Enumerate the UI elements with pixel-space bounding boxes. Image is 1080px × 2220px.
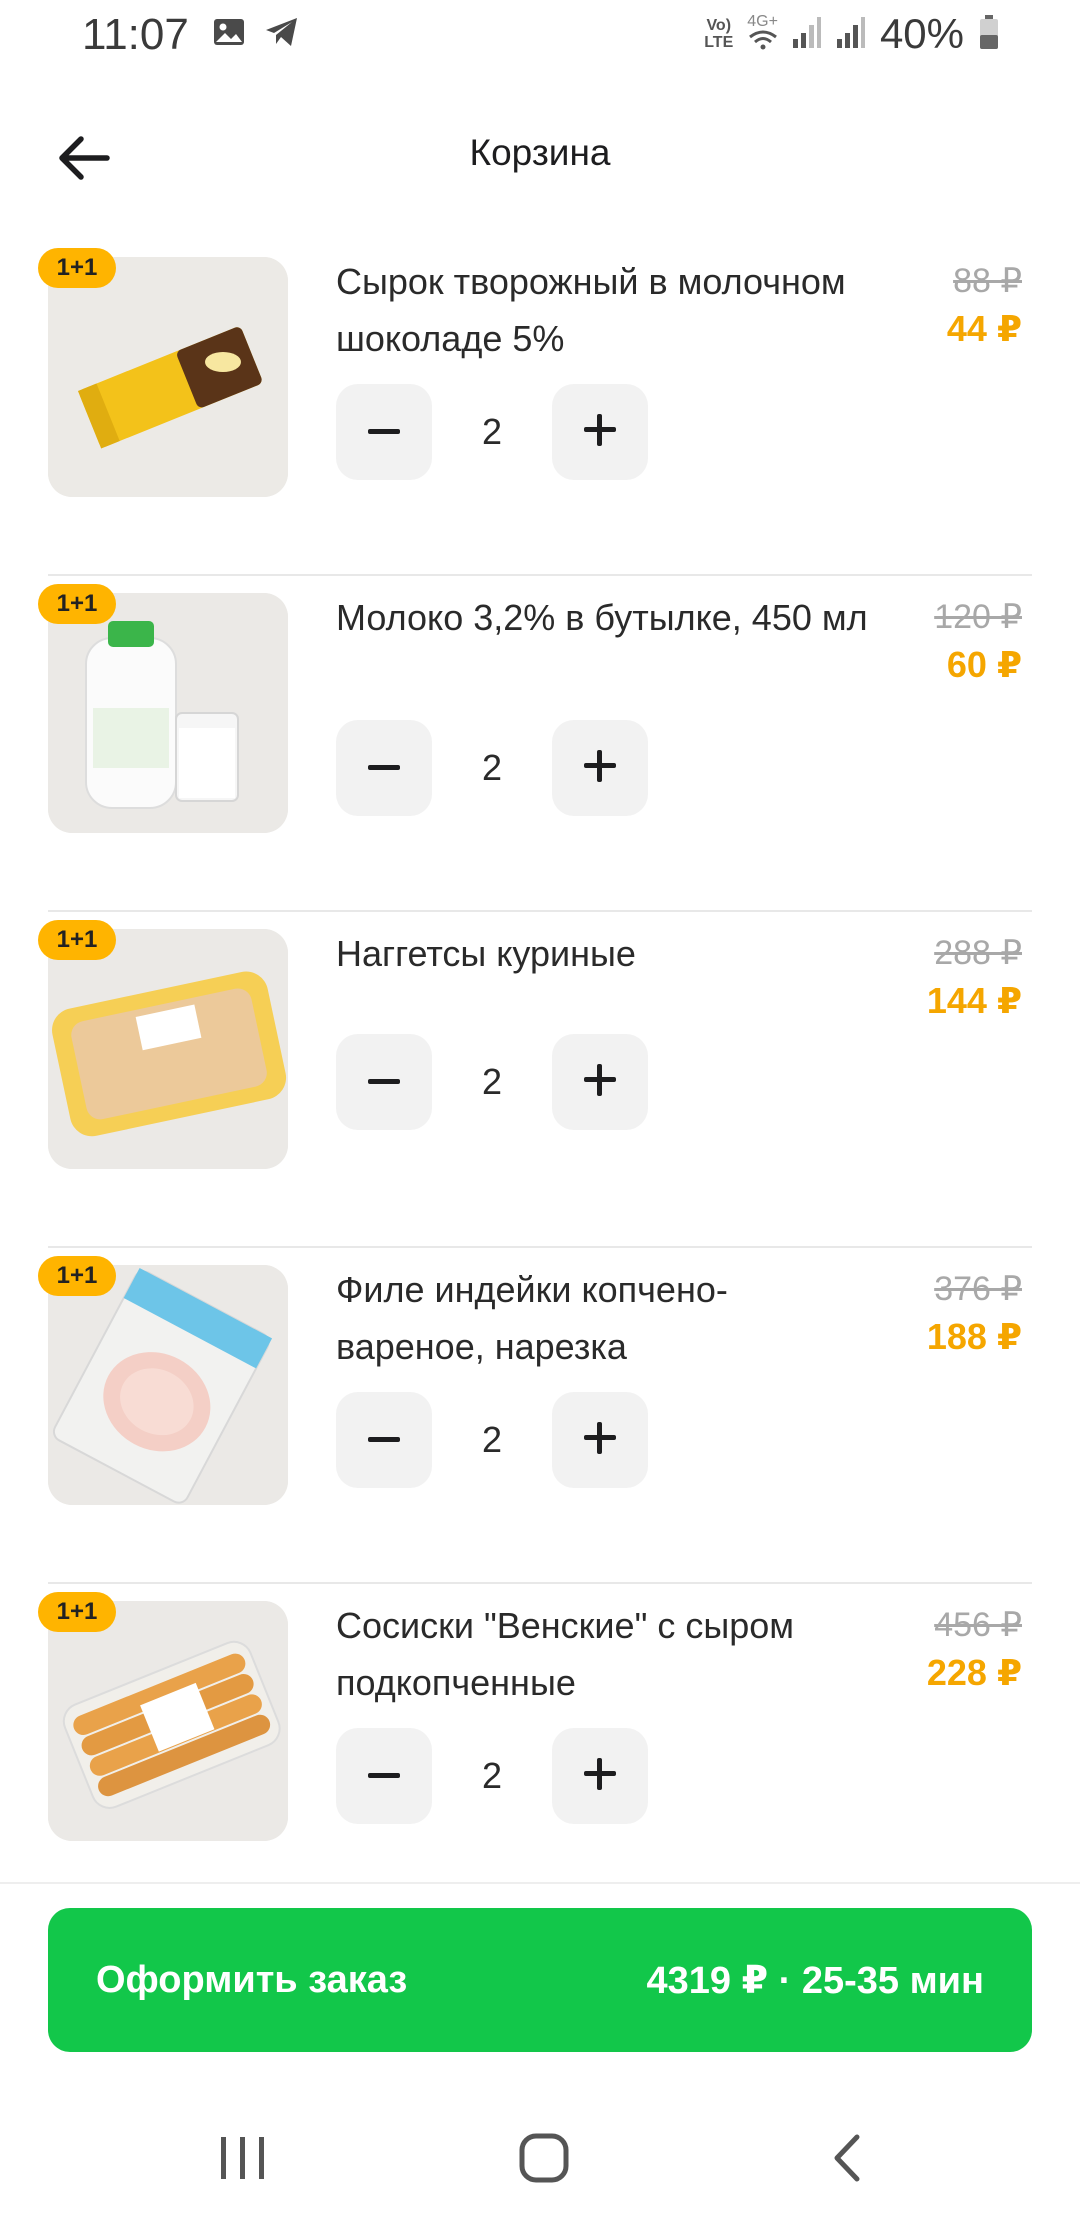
discount-price: 188 ₽: [926, 1316, 1022, 1357]
price-block: 456 ₽ 228 ₽: [927, 1602, 1022, 1698]
quantity-stepper: 2: [336, 1728, 648, 1824]
promo-badge: 1+1: [38, 1592, 116, 1632]
recent-apps-icon: [219, 2135, 267, 2186]
minus-icon: [368, 1767, 400, 1785]
increase-quantity-button[interactable]: [552, 1034, 648, 1130]
decrease-quantity-button[interactable]: [336, 1034, 432, 1130]
cart-item: 1+1 Сосиски "Венские" с сыром подкопченн…: [0, 1584, 1080, 1920]
quantity-stepper: 2: [336, 1392, 648, 1488]
old-price: 120 ₽: [934, 598, 1022, 636]
promo-badge: 1+1: [38, 248, 116, 288]
decrease-quantity-button[interactable]: [336, 384, 432, 480]
old-price: 456 ₽: [934, 1606, 1022, 1644]
minus-icon: [368, 1073, 400, 1091]
minus-icon: [368, 759, 400, 777]
decrease-quantity-button[interactable]: [336, 720, 432, 816]
discount-price: 144 ₽: [926, 980, 1022, 1021]
increase-quantity-button[interactable]: [552, 1392, 648, 1488]
product-name[interactable]: Наггетсы куриные: [336, 925, 876, 982]
increase-quantity-button[interactable]: [552, 720, 648, 816]
plus-icon: [584, 1063, 616, 1101]
increase-quantity-button[interactable]: [552, 1728, 648, 1824]
telegram-icon: [264, 16, 300, 53]
plus-icon: [584, 413, 616, 451]
minus-icon: [368, 423, 400, 441]
product-image-turkey[interactable]: [48, 1265, 288, 1505]
quantity-stepper: 2: [336, 1034, 648, 1130]
plus-icon: [584, 1421, 616, 1459]
quantity-value: 2: [481, 747, 503, 788]
wifi-icon: [748, 30, 778, 55]
old-price: 288 ₽: [934, 934, 1022, 972]
bottom-divider: [0, 1882, 1080, 1884]
status-right-group: Vo) LTE 4G+ 40%: [704, 10, 1000, 58]
quantity-value: 2: [481, 411, 503, 452]
product-name[interactable]: Молоко 3,2% в бутылке, 450 мл: [336, 589, 876, 646]
cart-item: 1+1 Наггетсы куриные 288 ₽ 144 ₽ 2: [0, 912, 1080, 1248]
old-price: 88 ₽: [953, 262, 1022, 300]
battery-icon: [978, 14, 1000, 55]
price-block: 376 ₽ 188 ₽: [927, 1266, 1022, 1362]
signal-icon: [836, 15, 866, 54]
back-chevron-icon: [829, 2133, 863, 2188]
system-back-button[interactable]: [786, 2120, 906, 2200]
quantity-stepper: 2: [336, 720, 648, 816]
promo-badge: 1+1: [38, 584, 116, 624]
cart-item: 1+1 Молоко 3,2% в бутылке, 450 мл 120 ₽ …: [0, 576, 1080, 912]
status-time: 11:07: [82, 10, 189, 59]
discount-price: 44 ₽: [946, 308, 1022, 349]
system-navigation-bar: [0, 2100, 1080, 2220]
status-bar: 11:07 Vo) LTE 4G+ 40%: [0, 0, 1080, 72]
promo-badge: 1+1: [38, 920, 116, 960]
plus-icon: [584, 1757, 616, 1795]
promo-badge: 1+1: [38, 1256, 116, 1296]
product-name[interactable]: Филе индейки копчено-вареное, нарезка: [336, 1261, 876, 1375]
home-icon: [518, 2132, 570, 2189]
product-image-curd-snack[interactable]: [48, 257, 288, 497]
plus-icon: [584, 749, 616, 787]
product-name[interactable]: Сырок творожный в молочном шоколаде 5%: [336, 253, 876, 367]
decrease-quantity-button[interactable]: [336, 1392, 432, 1488]
page-title: Корзина: [469, 132, 611, 173]
wifi-4g-indicator: 4G+: [747, 13, 778, 55]
volte-indicator: Vo) LTE: [704, 17, 734, 51]
old-price: 376 ₽: [934, 1270, 1022, 1308]
home-button[interactable]: [484, 2120, 604, 2200]
product-image-sausages[interactable]: [48, 1601, 288, 1841]
status-notification-icons: [212, 16, 300, 53]
top-app-bar: Корзина: [0, 110, 1080, 200]
cart-item: 1+1 Сырок творожный в молочном шоколаде …: [0, 240, 1080, 576]
quantity-value: 2: [481, 1419, 503, 1460]
increase-quantity-button[interactable]: [552, 384, 648, 480]
quantity-value: 2: [481, 1755, 503, 1796]
checkout-button[interactable]: Оформить заказ 4319 ₽ · 25-35 мин: [48, 1908, 1032, 2052]
network-type-label: 4G+: [747, 13, 778, 30]
decrease-quantity-button[interactable]: [336, 1728, 432, 1824]
discount-price: 60 ₽: [946, 644, 1022, 685]
minus-icon: [368, 1431, 400, 1449]
battery-percent: 40%: [879, 10, 964, 57]
quantity-stepper: 2: [336, 384, 648, 480]
quantity-value: 2: [481, 1061, 503, 1102]
image-icon: [212, 17, 246, 52]
cart-item: 1+1 Филе индейки копчено-вареное, нарезк…: [0, 1248, 1080, 1584]
checkout-label: Оформить заказ: [96, 1958, 408, 2001]
cart-list: 1+1 Сырок творожный в молочном шоколаде …: [0, 240, 1080, 1920]
checkout-summary: 4319 ₽ · 25-35 мин: [646, 1959, 984, 2002]
price-block: 120 ₽ 60 ₽: [934, 594, 1022, 690]
discount-price: 228 ₽: [926, 1652, 1022, 1693]
recent-apps-button[interactable]: [183, 2120, 303, 2200]
product-image-nuggets[interactable]: [48, 929, 288, 1169]
price-block: 88 ₽ 44 ₽: [947, 258, 1022, 354]
product-image-milk[interactable]: [48, 593, 288, 833]
signal-icon: [792, 15, 822, 54]
price-block: 288 ₽ 144 ₽: [927, 930, 1022, 1026]
product-name[interactable]: Сосиски "Венские" с сыром подкопченные: [336, 1597, 876, 1711]
